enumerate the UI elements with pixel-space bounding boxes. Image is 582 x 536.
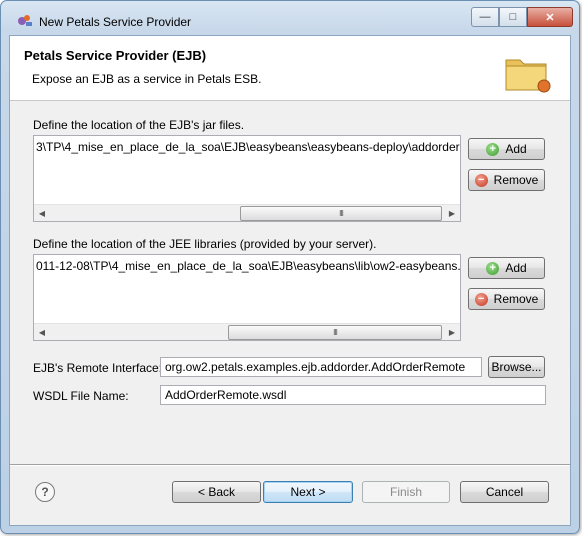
libs-label: Define the location of the JEE libraries… — [33, 237, 377, 251]
remote-interface-label: EJB's Remote Interface: — [33, 361, 163, 375]
jars-remove-label: Remove — [493, 173, 539, 187]
remote-interface-field[interactable]: org.ow2.petals.examples.ejb.addorder.Add… — [160, 357, 482, 377]
scroll-thumb[interactable]: III — [228, 325, 442, 340]
libs-remove-label: Remove — [493, 292, 539, 306]
scroll-left-icon[interactable]: ◀ — [34, 324, 50, 340]
cancel-label: Cancel — [485, 485, 524, 499]
jars-label: Define the location of the EJB's jar fil… — [33, 118, 245, 132]
scroll-right-icon[interactable]: ▶ — [444, 324, 460, 340]
window-title: New Petals Service Provider — [39, 15, 192, 29]
folder-icon — [505, 59, 551, 93]
scroll-thumb[interactable]: III — [240, 206, 442, 221]
jars-add-label: Add — [505, 142, 527, 156]
libs-add-button[interactable]: + Add — [468, 257, 545, 279]
finish-button: Finish — [362, 481, 450, 503]
libs-add-label: Add — [505, 261, 527, 275]
next-label: Next > — [290, 485, 326, 499]
scroll-left-icon[interactable]: ◀ — [34, 205, 50, 221]
browse-label: Browse... — [491, 360, 542, 374]
add-icon: + — [486, 142, 500, 156]
cancel-button[interactable]: Cancel — [460, 481, 549, 503]
add-icon: + — [486, 261, 500, 275]
list-item[interactable]: 011-12-08\TP\4_mise_en_place_de_la_soa\E… — [36, 259, 460, 273]
back-label: < Back — [197, 485, 236, 499]
libs-list[interactable]: 011-12-08\TP\4_mise_en_place_de_la_soa\E… — [33, 254, 461, 341]
footer-separator — [10, 464, 570, 466]
wizard-header: Petals Service Provider (EJB) Expose an … — [10, 36, 570, 101]
back-button[interactable]: < Back — [172, 481, 261, 503]
scroll-right-icon[interactable]: ▶ — [444, 205, 460, 221]
wsdl-file-field[interactable]: AddOrderRemote.wsdl — [160, 385, 546, 405]
finish-label: Finish — [389, 485, 422, 499]
wsdl-file-label: WSDL File Name: — [33, 389, 129, 403]
libs-remove-button[interactable]: − Remove — [468, 288, 545, 310]
close-button[interactable]: ✕ — [527, 7, 573, 27]
remove-icon: − — [474, 292, 488, 306]
jars-horizontal-scrollbar[interactable]: ◀ III ▶ — [34, 204, 460, 221]
eclipse-app-icon — [18, 15, 32, 26]
remove-icon: − — [474, 173, 488, 187]
maximize-button[interactable]: □ — [499, 7, 527, 27]
dialog-content: Petals Service Provider (EJB) Expose an … — [9, 35, 571, 526]
next-button[interactable]: Next > — [263, 481, 353, 503]
dialog-window: New Petals Service Provider — □ ✕ Petals… — [0, 0, 580, 534]
libs-horizontal-scrollbar[interactable]: ◀ III ▶ — [34, 323, 460, 340]
title-bar: New Petals Service Provider — □ ✕ — [1, 1, 579, 35]
list-item[interactable]: 3\TP\4_mise_en_place_de_la_soa\EJB\easyb… — [36, 140, 460, 154]
jars-remove-button[interactable]: − Remove — [468, 169, 545, 191]
page-title: Petals Service Provider (EJB) — [24, 48, 207, 63]
help-icon[interactable]: ? — [35, 482, 55, 502]
minimize-button[interactable]: — — [471, 7, 499, 27]
window-controls: — □ ✕ — [471, 7, 573, 27]
jars-add-button[interactable]: + Add — [468, 138, 545, 160]
jars-list[interactable]: 3\TP\4_mise_en_place_de_la_soa\EJB\easyb… — [33, 135, 461, 222]
browse-button[interactable]: Browse... — [488, 356, 545, 378]
page-description: Expose an EJB as a service in Petals ESB… — [32, 72, 262, 86]
